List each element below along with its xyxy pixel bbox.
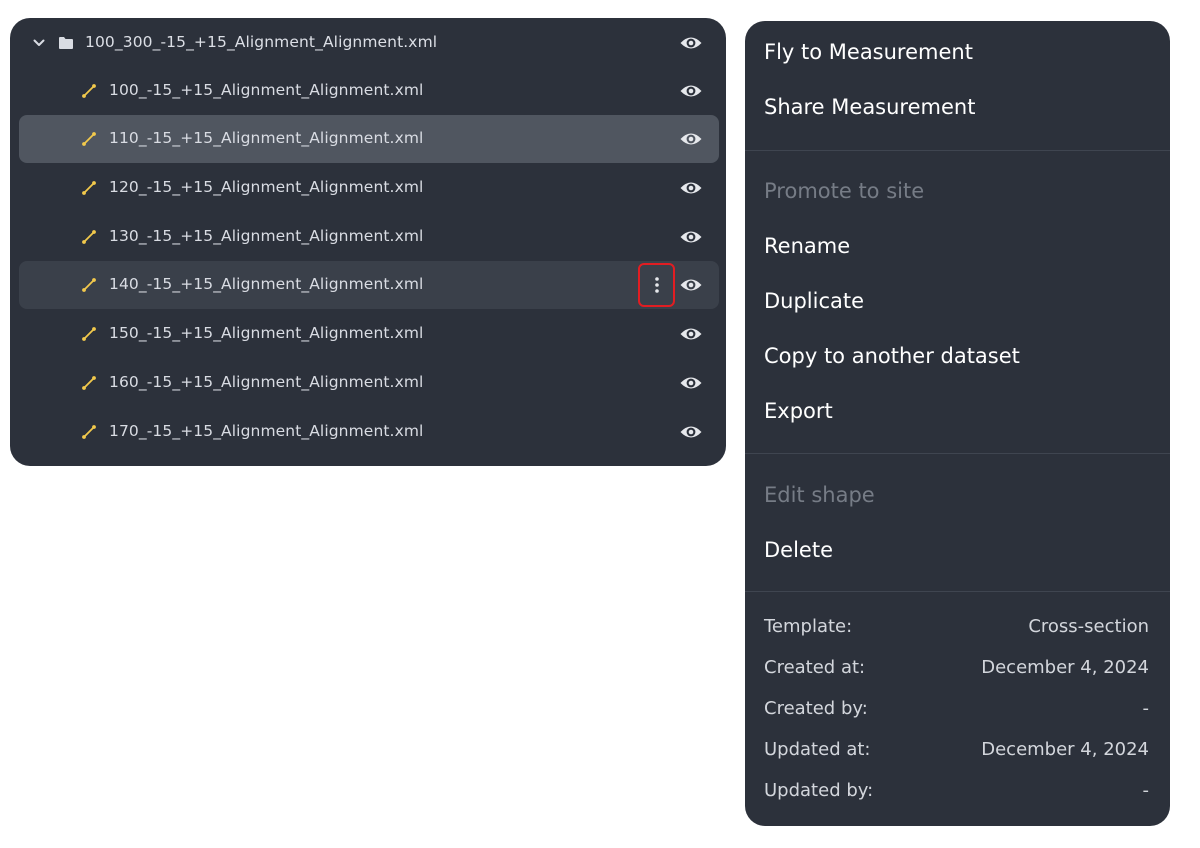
tree-item-label: 110_-15_+15_Alignment_Alignment.xml (109, 129, 424, 147)
polyline-measurement-icon (82, 278, 96, 292)
meta-row-created-at: Created at: December 4, 2024 (764, 657, 1149, 678)
menu-item-edit-shape: Edit shape (764, 483, 875, 507)
eye-icon[interactable] (679, 80, 703, 102)
meta-label: Created by: (764, 698, 868, 719)
polyline-measurement-icon (82, 84, 96, 98)
meta-label: Updated at: (764, 739, 871, 760)
more-options-button[interactable] (638, 263, 675, 307)
menu-item-duplicate[interactable]: Duplicate (764, 289, 864, 313)
measurement-context-menu: Fly to Measurement Share Measurement Pro… (745, 21, 1170, 826)
tree-folder-row[interactable]: 100_300_-15_+15_Alignment_Alignment.xml (19, 19, 719, 67)
tree-item-label: 140_-15_+15_Alignment_Alignment.xml (109, 275, 424, 293)
tree-item-label: 120_-15_+15_Alignment_Alignment.xml (109, 178, 424, 196)
folder-icon (59, 37, 73, 49)
eye-icon[interactable] (679, 421, 703, 443)
menu-item-rename[interactable]: Rename (764, 234, 850, 258)
more-vertical-icon (654, 277, 659, 293)
meta-row-updated-by: Updated by: - (764, 780, 1149, 801)
tree-item-row[interactable]: 160_-15_+15_Alignment_Alignment.xml (19, 359, 719, 407)
menu-item-delete[interactable]: Delete (764, 538, 833, 562)
meta-value: December 4, 2024 (981, 657, 1149, 678)
tree-item-label: 100_-15_+15_Alignment_Alignment.xml (109, 81, 424, 99)
tree-item-row-hovered[interactable]: 140_-15_+15_Alignment_Alignment.xml (19, 261, 719, 309)
folder-label: 100_300_-15_+15_Alignment_Alignment.xml (85, 33, 438, 51)
tree-item-row[interactable]: 150_-15_+15_Alignment_Alignment.xml (19, 310, 719, 358)
menu-divider (745, 453, 1170, 454)
menu-item-copy-to-dataset[interactable]: Copy to another dataset (764, 344, 1020, 368)
eye-icon[interactable] (679, 177, 703, 199)
tree-item-row[interactable]: 170_-15_+15_Alignment_Alignment.xml (19, 408, 719, 456)
meta-label: Created at: (764, 657, 866, 678)
meta-value: - (1142, 780, 1150, 801)
meta-row-updated-at: Updated at: December 4, 2024 (764, 739, 1149, 760)
measurement-tree-panel: 100_300_-15_+15_Alignment_Alignment.xml … (10, 18, 726, 466)
meta-label: Updated by: (764, 780, 874, 801)
eye-icon[interactable] (679, 274, 703, 296)
chevron-down-icon[interactable] (31, 35, 47, 51)
meta-value: - (1142, 698, 1150, 719)
polyline-measurement-icon (82, 230, 96, 244)
meta-value: Cross-section (1028, 616, 1149, 637)
menu-item-share-measurement[interactable]: Share Measurement (764, 95, 975, 119)
menu-item-export[interactable]: Export (764, 399, 833, 423)
menu-divider (745, 591, 1170, 592)
tree-item-row[interactable]: 120_-15_+15_Alignment_Alignment.xml (19, 164, 719, 212)
menu-item-fly-to-measurement[interactable]: Fly to Measurement (764, 40, 973, 64)
meta-row-template: Template: Cross-section (764, 616, 1149, 637)
menu-item-promote-to-site: Promote to site (764, 179, 925, 203)
tree-item-label: 130_-15_+15_Alignment_Alignment.xml (109, 227, 424, 245)
eye-icon[interactable] (679, 226, 703, 248)
polyline-measurement-icon (82, 181, 96, 195)
eye-icon[interactable] (679, 32, 703, 54)
polyline-measurement-icon (82, 425, 96, 439)
eye-icon[interactable] (679, 128, 703, 150)
polyline-measurement-icon (82, 327, 96, 341)
tree-item-label: 160_-15_+15_Alignment_Alignment.xml (109, 373, 424, 391)
polyline-measurement-icon (82, 132, 96, 146)
polyline-measurement-icon (82, 376, 96, 390)
meta-label: Template: (764, 616, 853, 637)
meta-value: December 4, 2024 (981, 739, 1149, 760)
meta-row-created-by: Created by: - (764, 698, 1149, 719)
tree-item-label: 170_-15_+15_Alignment_Alignment.xml (109, 422, 424, 440)
eye-icon[interactable] (679, 323, 703, 345)
tree-item-label: 150_-15_+15_Alignment_Alignment.xml (109, 324, 424, 342)
tree-item-row[interactable]: 130_-15_+15_Alignment_Alignment.xml (19, 213, 719, 261)
eye-icon[interactable] (679, 372, 703, 394)
tree-item-row-selected[interactable]: 110_-15_+15_Alignment_Alignment.xml (19, 115, 719, 163)
menu-divider (745, 150, 1170, 151)
tree-item-row[interactable]: 100_-15_+15_Alignment_Alignment.xml (19, 67, 719, 115)
